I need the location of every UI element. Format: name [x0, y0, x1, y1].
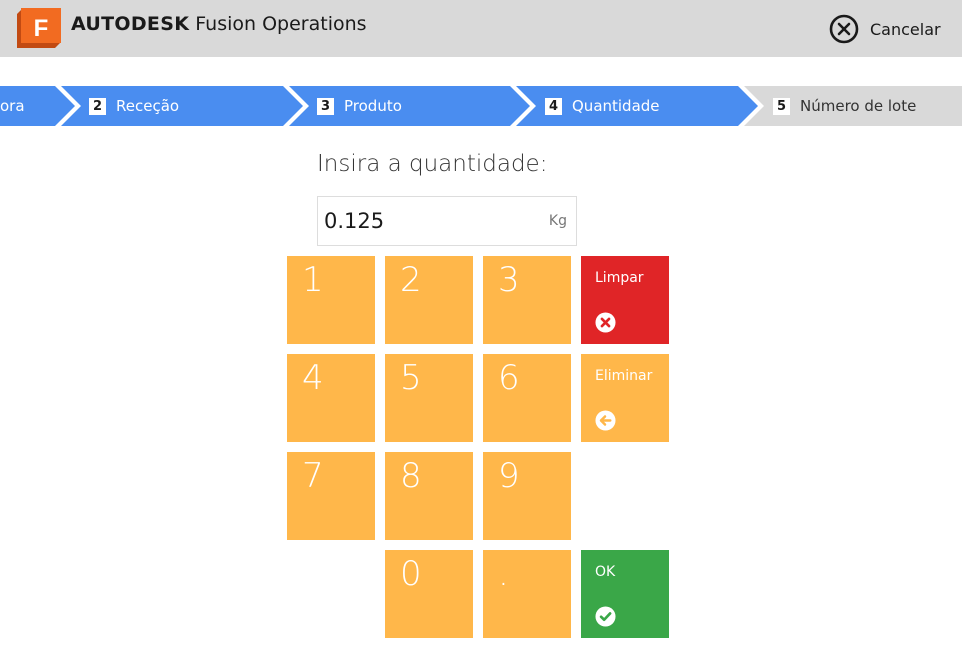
key-4[interactable]: 4: [287, 354, 375, 442]
step-number: 3: [317, 97, 334, 115]
cancel-button[interactable]: Cancelar: [829, 13, 941, 45]
product-name: Fusion Operations: [195, 13, 367, 35]
clear-label: Limpar: [595, 270, 644, 286]
key-8[interactable]: 8: [385, 452, 473, 540]
key-digit: 9: [498, 456, 520, 496]
key-6[interactable]: 6: [483, 354, 571, 442]
svg-text:F: F: [34, 15, 49, 42]
key-0[interactable]: 0: [385, 550, 473, 638]
key-digit: 1: [302, 260, 324, 300]
step-4[interactable]: 4 Quantidade: [545, 86, 660, 126]
quantity-input[interactable]: 0.125 Kg: [317, 196, 577, 246]
ok-button[interactable]: OK: [581, 550, 669, 638]
brand-name: AUTODESK: [71, 13, 190, 35]
step-label: Produto: [344, 97, 402, 115]
key-digit: .: [498, 554, 509, 594]
arrow-left-circle-icon: [595, 410, 616, 431]
key-2[interactable]: 2: [385, 256, 473, 344]
step-number: 5: [773, 97, 790, 115]
key-digit: 2: [400, 260, 422, 300]
step-label: Quantidade: [572, 97, 660, 115]
close-circle-icon: [829, 14, 859, 44]
delete-button[interactable]: Eliminar: [581, 354, 669, 442]
clear-button[interactable]: Limpar: [581, 256, 669, 344]
cancel-label: Cancelar: [870, 19, 941, 39]
step-3[interactable]: 3 Produto: [317, 86, 402, 126]
key-3[interactable]: 3: [483, 256, 571, 344]
step-number: 2: [89, 97, 106, 115]
step-label: ora: [0, 97, 25, 115]
key-digit: 8: [400, 456, 422, 496]
step-number: 4: [545, 97, 562, 115]
key-decimal[interactable]: .: [483, 550, 571, 638]
step-label: Receção: [116, 97, 180, 115]
quantity-unit: Kg: [548, 213, 567, 229]
key-digit: 0: [400, 554, 422, 594]
key-digit: 7: [302, 456, 324, 496]
step-label: Número de lote: [800, 97, 917, 115]
fusion-logo-icon: F: [17, 8, 61, 48]
quantity-value: 0.125: [324, 209, 385, 233]
key-digit: 6: [498, 358, 520, 398]
key-digit: 4: [302, 358, 324, 398]
circle-x-icon: [595, 312, 616, 333]
check-circle-icon: [595, 606, 616, 627]
app-title: AUTODESK Fusion Operations: [71, 13, 367, 35]
key-digit: 5: [400, 358, 422, 398]
key-1[interactable]: 1: [287, 256, 375, 344]
step-2[interactable]: 2 Receção: [89, 86, 179, 126]
key-digit: 3: [498, 260, 520, 300]
key-7[interactable]: 7: [287, 452, 375, 540]
delete-label: Eliminar: [595, 368, 653, 384]
key-9[interactable]: 9: [483, 452, 571, 540]
step-5: 5 Número de lote: [773, 86, 916, 126]
app-header: F AUTODESK Fusion Operations Cancelar: [0, 0, 962, 57]
key-5[interactable]: 5: [385, 354, 473, 442]
quantity-prompt: Insira a quantidade:: [317, 151, 548, 177]
ok-label: OK: [595, 564, 616, 580]
step-1[interactable]: ora: [0, 86, 25, 126]
wizard-steps: ora 2 Receção 3 Produto 4 Quantidade 5 N…: [0, 86, 962, 126]
